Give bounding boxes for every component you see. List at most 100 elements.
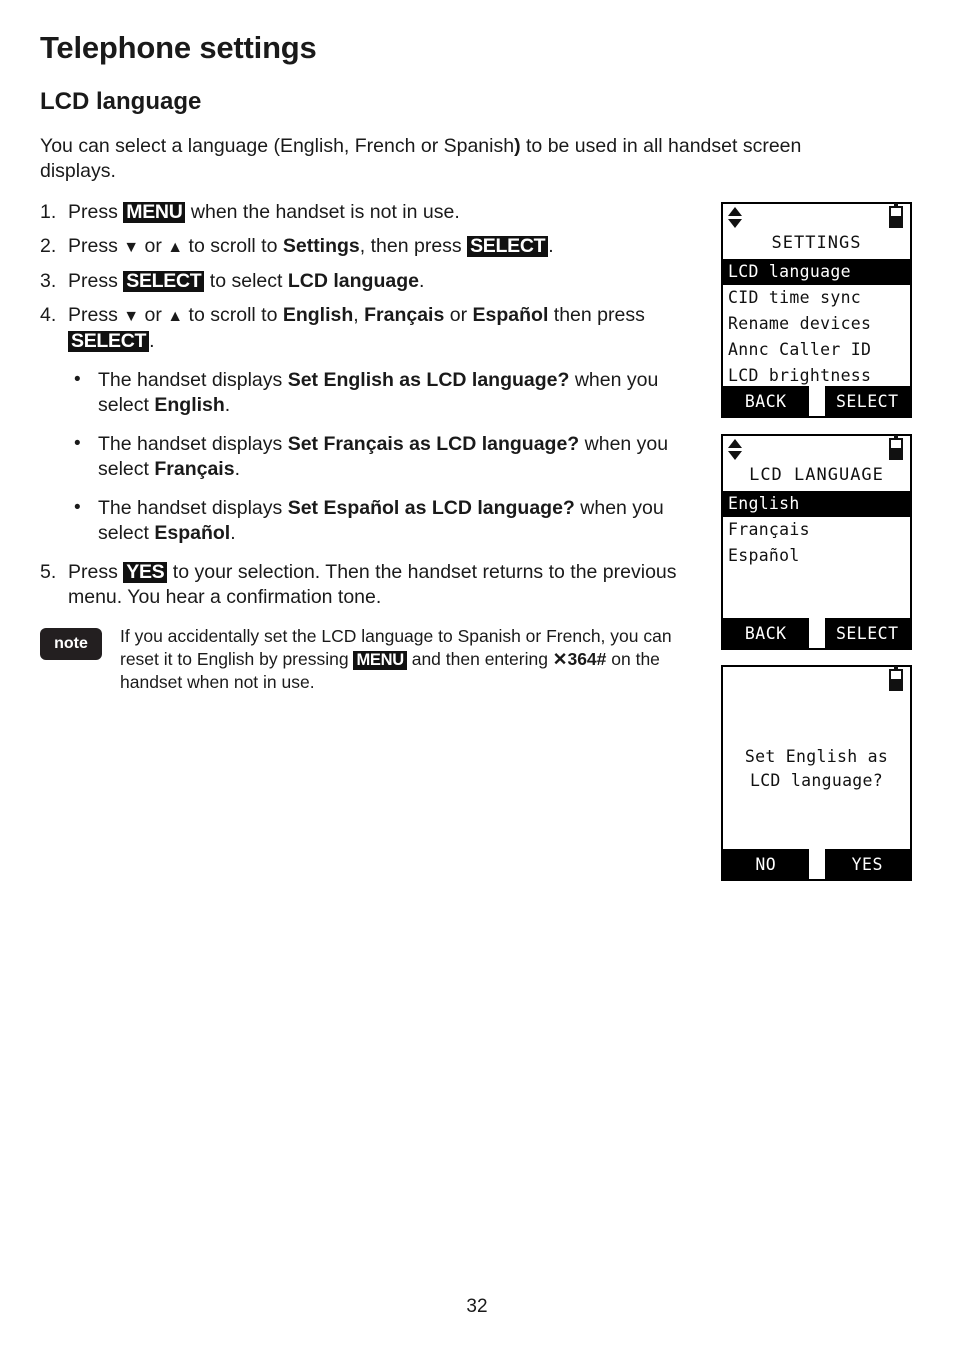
battery-icon — [889, 203, 903, 228]
body-text: , — [353, 304, 365, 326]
body-text: or — [139, 235, 168, 257]
body-text: and then entering — [406, 649, 553, 669]
body-text: . — [418, 270, 425, 292]
softkey-divider — [808, 849, 825, 879]
battery-icon — [889, 435, 903, 460]
body-text: , then press — [359, 235, 468, 257]
page-number: 32 — [466, 1296, 488, 1317]
body-text: or — [139, 304, 168, 326]
lcd-statusbar — [723, 666, 910, 695]
body-text: . — [234, 458, 240, 480]
softkey-left[interactable]: BACK — [723, 618, 809, 648]
body-text: Press — [68, 201, 124, 223]
step-3: 3. Press SELECT to select LCD language. — [40, 269, 700, 294]
emphasis-text: English — [282, 304, 354, 326]
lcd-menu-item[interactable]: Español — [723, 543, 910, 569]
lcd-title: SETTINGS — [771, 233, 862, 253]
step-1: 1. Press MENU when the handset is not in … — [40, 200, 700, 225]
note-badge: note — [40, 628, 102, 660]
emphasis-text: LCD language — [287, 270, 419, 292]
lcd-menu-item[interactable]: Français — [723, 517, 910, 543]
note-text: If you accidentally set the LCD language… — [120, 625, 705, 694]
arrow-down-icon: ▼ — [123, 308, 140, 325]
bullet-icon: • — [74, 497, 81, 518]
step-text: Press SELECT to select LCD language. — [68, 269, 700, 294]
softkey-right[interactable]: SELECT — [825, 618, 911, 648]
battery-icon — [889, 666, 903, 691]
body-text: to scroll to — [183, 235, 283, 257]
scroll-up-down-icon — [728, 438, 742, 464]
lcd-menu-list: LCD language CID time sync Rename devices A… — [723, 259, 910, 389]
step-text: Press YES to your selection. Then the ha… — [68, 560, 700, 610]
emphasis-text: ✕364# — [552, 649, 607, 669]
softkey-no[interactable]: NO — [723, 849, 809, 879]
step-number: 4. — [40, 304, 57, 326]
key-select: SELECT — [68, 331, 150, 352]
body-text: The handset displays — [98, 369, 288, 391]
body-text: The handset displays — [98, 433, 288, 455]
lcd-confirmation-message: Set English as LCD language? — [723, 745, 910, 793]
list-item: • The handset displays Set Español as LCD… — [70, 496, 700, 546]
lcd-softkey-bar: BACK SELECT — [723, 386, 910, 416]
softkey-yes[interactable]: YES — [825, 849, 911, 879]
lcd-screen-lcd-language: LCD LANGUAGE English Français Español BACK… — [721, 434, 912, 650]
body-text: then press — [548, 304, 645, 326]
emphasis-text: Français — [154, 458, 235, 480]
lcd-screen-settings: SETTINGS LCD language CID time sync Rename… — [721, 202, 912, 418]
step-text: Press ▼ or ▲ to scroll to Settings, then… — [68, 234, 700, 260]
step-number: 1. — [40, 201, 57, 223]
key-select: SELECT — [467, 236, 549, 257]
lcd-menu-item-selected[interactable]: LCD language — [723, 259, 910, 285]
lcd-menu-item[interactable]: Annc Caller ID — [723, 337, 910, 363]
body-text: Press — [68, 561, 124, 583]
arrow-up-icon: ▲ — [167, 308, 184, 325]
steps-host: 1. Press MENU when the handset is not in … — [40, 200, 700, 354]
step-number: 3. — [40, 270, 57, 292]
lcd-statusbar — [723, 203, 910, 232]
body-text: Press — [68, 270, 124, 292]
body-text: to scroll to — [183, 304, 283, 326]
list-item-text: The handset displays Set Español as LCD … — [98, 497, 664, 544]
lcd-softkey-bar: BACK SELECT — [723, 618, 910, 648]
body-text: when the handset is not in use. — [185, 201, 460, 223]
body-text: . — [224, 394, 231, 416]
scroll-up-down-icon — [728, 206, 742, 232]
body-text: . — [548, 235, 554, 257]
list-item-text: The handset displays Set English as LCD … — [98, 369, 658, 416]
lcd-statusbar — [723, 435, 910, 464]
bullet-list: • The handset displays Set English as LCD… — [70, 368, 700, 546]
softkey-right[interactable]: SELECT — [825, 386, 911, 416]
softkey-divider — [808, 618, 825, 648]
note-block: note If you accidentally set the LCD lan… — [40, 625, 705, 694]
emphasis-text: Español — [154, 522, 231, 544]
step-5: 5. Press YES to your selection. Then the … — [40, 560, 700, 610]
key-menu: MENU — [353, 651, 407, 670]
arrow-down-icon: ▼ — [123, 239, 140, 256]
softkey-left[interactable]: BACK — [723, 386, 809, 416]
body-text: Press — [68, 304, 124, 326]
body-text: . — [230, 522, 236, 544]
lcd-menu-item[interactable]: Rename devices — [723, 311, 910, 337]
lcd-menu-item-selected[interactable]: English — [723, 491, 910, 517]
body-text: to select — [204, 270, 288, 292]
emphasis-text: Español — [472, 304, 549, 326]
step-number: 5. — [40, 561, 57, 583]
emphasis-text: English — [154, 394, 225, 416]
key-yes: YES — [123, 562, 168, 583]
lcd-menu-item[interactable]: CID time sync — [723, 285, 910, 311]
emphasis-text: Set Français as LCD language? — [287, 433, 580, 455]
step-number: 2. — [40, 235, 57, 257]
emphasis-text: Set English as LCD language? — [287, 369, 570, 391]
section-title: LCD language — [40, 88, 202, 115]
intro-text-a: You can select a language (English, Fren… — [40, 135, 515, 157]
key-select: SELECT — [123, 271, 205, 292]
lcd-menu-list: English Français Español — [723, 491, 910, 569]
lcd-title: LCD LANGUAGE — [749, 465, 884, 485]
emphasis-text: Settings — [282, 235, 360, 257]
bullet-icon: • — [74, 369, 81, 390]
body-text: Press — [68, 235, 124, 257]
body-text: The handset displays — [98, 497, 288, 519]
instruction-steps: 1. Press MENU when the handset is not in … — [40, 200, 700, 619]
step-text: Press ▼ or ▲ to scroll to English, Franç… — [68, 303, 700, 354]
step-text: Press MENU when the handset is not in us… — [68, 200, 700, 225]
